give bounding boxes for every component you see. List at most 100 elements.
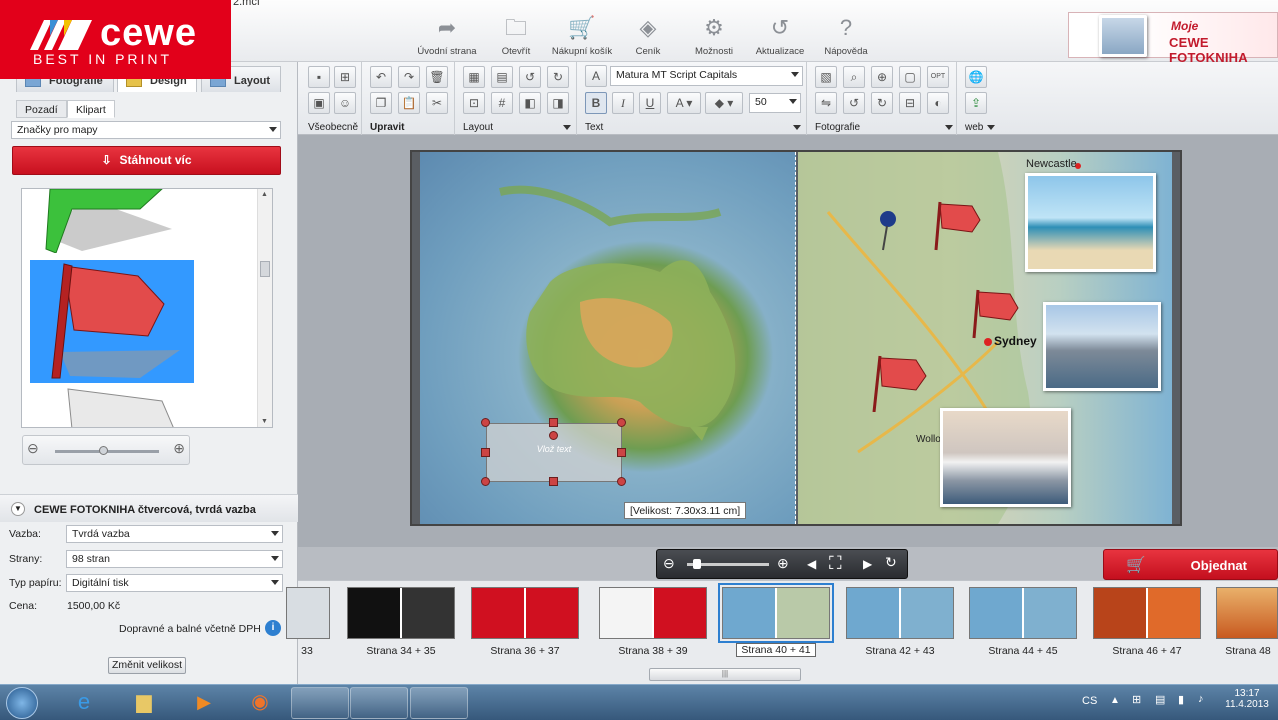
frame-icon[interactable]: ▤ [491, 66, 513, 88]
paste-icon[interactable]: 📋 [398, 92, 420, 114]
nav-help[interactable]: ? Nápověda [814, 14, 878, 57]
align-icon[interactable]: ⊡ [463, 92, 485, 114]
binding-select[interactable]: Tvrdá vazba [66, 525, 283, 543]
underline-button[interactable]: U [639, 92, 661, 114]
paper-select[interactable]: Digitální tisk [66, 574, 283, 592]
rotate-photo-left-icon[interactable]: ↺ [843, 92, 865, 114]
italic-button[interactable]: I [612, 92, 634, 114]
web-globe-icon[interactable]: 🌐 [965, 66, 987, 88]
resize-handle-b[interactable] [549, 477, 558, 486]
delete-frame-icon[interactable]: ▦ [463, 66, 485, 88]
effects-icon[interactable]: ◐ [927, 92, 949, 114]
next-page-icon[interactable]: ▶ [863, 557, 872, 571]
tray-devices-icon[interactable]: ▤ [1155, 693, 1165, 706]
resize-handle-tr[interactable] [617, 418, 626, 427]
zoom-out-icon[interactable]: ⊖ [663, 555, 675, 572]
fit-screen-icon[interactable]: ⛶ [829, 553, 842, 574]
scrollbar-thumb[interactable] [260, 261, 270, 277]
save-icon[interactable]: ▪ [308, 66, 330, 88]
page-thumbnail[interactable] [599, 587, 707, 639]
clipart-white-flag[interactable] [62, 387, 182, 428]
nav-options[interactable]: ⚙ Možnosti [682, 14, 746, 57]
assistant-icon[interactable]: ☺ [334, 92, 356, 114]
scroll-down-icon[interactable]: ▼ [261, 418, 268, 425]
photo-beach[interactable] [1025, 173, 1156, 272]
clipart-category-select[interactable]: Značky pro mapy [11, 121, 281, 139]
resize-handle-l[interactable] [481, 448, 490, 457]
page-thumbnail[interactable] [471, 587, 579, 639]
zoom-slider-handle[interactable] [99, 446, 108, 455]
page-thumbnail[interactable] [347, 587, 455, 639]
chevron-down-icon[interactable] [987, 125, 995, 130]
page-thumbnail[interactable] [1093, 587, 1201, 639]
nav-update[interactable]: ↺ Aktualizace [748, 14, 812, 57]
resize-handle-tl[interactable] [481, 418, 490, 427]
tray-signal-icon[interactable]: ▮ [1178, 693, 1184, 706]
zoom-in-icon[interactable]: ⊕ [777, 555, 789, 572]
clipart-scrollbar[interactable]: ▲ ▼ [257, 189, 272, 427]
crop-icon[interactable]: ⊟ [899, 92, 921, 114]
clock[interactable]: 13:17 11.4.2013 [1224, 688, 1270, 710]
subtab-background[interactable]: Pozadí [16, 100, 67, 118]
collapse-icon[interactable]: ▼ [11, 502, 25, 516]
rotate-view-icon[interactable]: ↻ [885, 554, 897, 571]
promo-banner[interactable]: Moje CEWE FOTOKNIHA [1068, 12, 1278, 65]
page-thumbnail[interactable] [286, 587, 330, 639]
text-color-button[interactable]: A ▾ [667, 92, 701, 114]
redo-icon[interactable]: ↷ [398, 66, 420, 88]
nav-home[interactable]: ➦ Úvodní strana [415, 14, 479, 57]
rotate-right-icon[interactable]: ↻ [547, 66, 569, 88]
send-back-icon[interactable]: ◨ [547, 92, 569, 114]
save-as-icon[interactable]: ▣ [308, 92, 330, 114]
resize-handle-br[interactable] [617, 477, 626, 486]
rotate-handle[interactable] [549, 431, 558, 440]
clipart-green-flag[interactable] [42, 189, 182, 253]
tray-network-icon[interactable]: ⊞ [1132, 693, 1141, 706]
page-thumbnail-selected[interactable] [718, 583, 834, 643]
undo-icon[interactable]: ↶ [370, 66, 392, 88]
nav-pricelist[interactable]: ◈ Ceník [616, 14, 680, 57]
scroll-up-icon[interactable]: ▲ [261, 191, 268, 198]
map-flag-2[interactable] [970, 288, 1030, 340]
web-upload-icon[interactable]: ⇪ [965, 92, 987, 114]
chevron-down-icon[interactable] [945, 125, 953, 130]
language-indicator[interactable]: CS [1082, 695, 1097, 707]
prev-page-icon[interactable]: ◀ [807, 557, 816, 571]
bold-button[interactable]: B [585, 92, 607, 114]
info-icon[interactable]: i [265, 620, 281, 636]
zoom-photo-icon[interactable]: ⊕ [871, 66, 893, 88]
nav-cart[interactable]: 🛒 Nákupní košík [550, 14, 614, 57]
map-pin-icon[interactable] [878, 210, 898, 252]
page-thumbnail[interactable] [846, 587, 954, 639]
optimize-icon[interactable]: OPT [927, 66, 949, 88]
new-page-icon[interactable]: ⊞ [334, 66, 356, 88]
resize-handle-r[interactable] [617, 448, 626, 457]
chevron-down-icon[interactable] [793, 125, 801, 130]
internet-explorer-icon[interactable]: e [56, 687, 112, 719]
tray-arrow-icon[interactable]: ▲ [1110, 695, 1120, 706]
rotate-left-icon[interactable]: ↺ [519, 66, 541, 88]
pages-select[interactable]: 98 stran [66, 550, 283, 568]
media-player-icon[interactable]: ▶ [176, 687, 232, 719]
change-size-button[interactable]: Změnit velikost [108, 657, 186, 674]
map-flag-1[interactable] [932, 200, 992, 252]
search-photo-icon[interactable]: ⌕ [843, 66, 865, 88]
firefox-icon[interactable]: ◉ [232, 687, 288, 719]
frame-photo-icon[interactable]: ▢ [899, 66, 921, 88]
page-thumbnail[interactable] [969, 587, 1077, 639]
rotate-photo-right-icon[interactable]: ↻ [871, 92, 893, 114]
zoom-out-icon[interactable]: ⊖ [27, 440, 39, 457]
explorer-folder-icon[interactable]: ▆ [116, 687, 172, 719]
font-family-select[interactable]: Matura MT Script Capitals [610, 66, 803, 86]
product-header[interactable]: ▼ CEWE FOTOKNIHA čtvercová, tvrdá vazba [0, 494, 298, 522]
cut-icon[interactable]: ✂ [426, 92, 448, 114]
zoom-in-icon[interactable]: ⊕ [173, 440, 185, 457]
delete-icon[interactable]: 🗑 [426, 66, 448, 88]
download-more-button[interactable]: ⇩ Stáhnout víc [12, 146, 281, 175]
insert-photo-icon[interactable]: ▧ [815, 66, 837, 88]
start-button[interactable] [6, 687, 38, 719]
app-window-taskbar-icon[interactable] [350, 687, 408, 719]
photo-opera-house[interactable] [940, 408, 1071, 507]
chevron-down-icon[interactable] [563, 125, 571, 130]
tray-volume-icon[interactable]: ♪ [1198, 693, 1204, 705]
